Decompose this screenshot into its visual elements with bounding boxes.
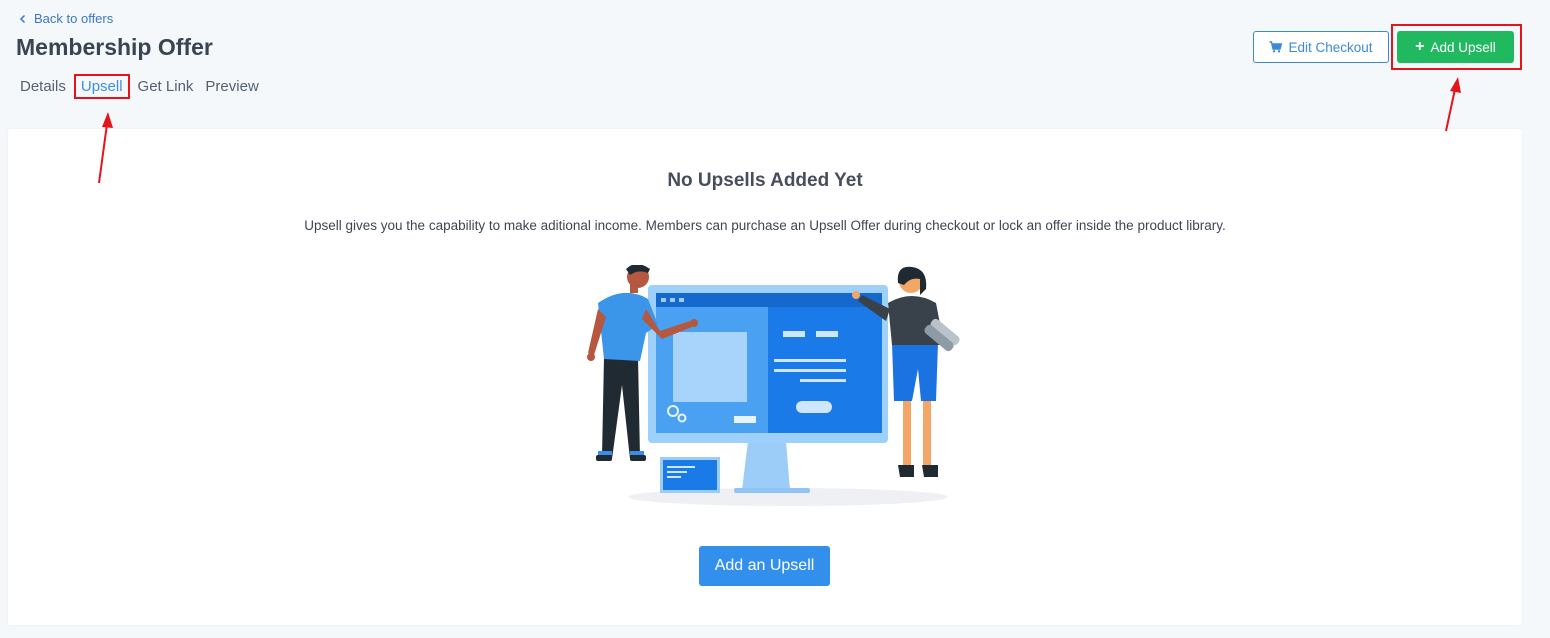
tab-get-link[interactable]: Get Link — [132, 75, 200, 98]
page: Back to offers Membership Offer Details … — [0, 0, 1550, 638]
add-an-upsell-label: Add an Upsell — [714, 557, 815, 574]
tab-upsell[interactable]: Upsell — [73, 73, 130, 99]
plus-icon: + — [1415, 38, 1425, 55]
cart-icon — [1269, 41, 1283, 53]
page-title: Membership Offer — [16, 34, 213, 60]
chevron-left-icon — [19, 14, 26, 23]
tab-preview[interactable]: Preview — [199, 75, 264, 98]
annotation-arrow-to-add-upsell-button — [1445, 77, 1461, 132]
offer-tabs: Details Upsell Get Link Preview — [14, 73, 265, 99]
edit-checkout-label: Edit Checkout — [1288, 39, 1373, 55]
empty-state-description: Upsell gives you the capability to make … — [304, 218, 1226, 233]
people-at-monitor-illustration — [587, 265, 960, 506]
back-link-label: Back to offers — [34, 11, 114, 26]
upsell-empty-state-card: No Upsells Added Yet Upsell gives you th… — [8, 129, 1522, 625]
empty-state-title: No Upsells Added Yet — [667, 170, 863, 191]
back-to-offers-link[interactable]: Back to offers — [18, 11, 113, 26]
tab-details[interactable]: Details — [14, 75, 72, 98]
add-an-upsell-button[interactable]: Add an Upsell — [699, 546, 830, 586]
add-upsell-button[interactable]: + Add Upsell — [1397, 31, 1514, 63]
add-upsell-label: Add Upsell — [1430, 39, 1496, 55]
edit-checkout-button[interactable]: Edit Checkout — [1253, 31, 1389, 63]
